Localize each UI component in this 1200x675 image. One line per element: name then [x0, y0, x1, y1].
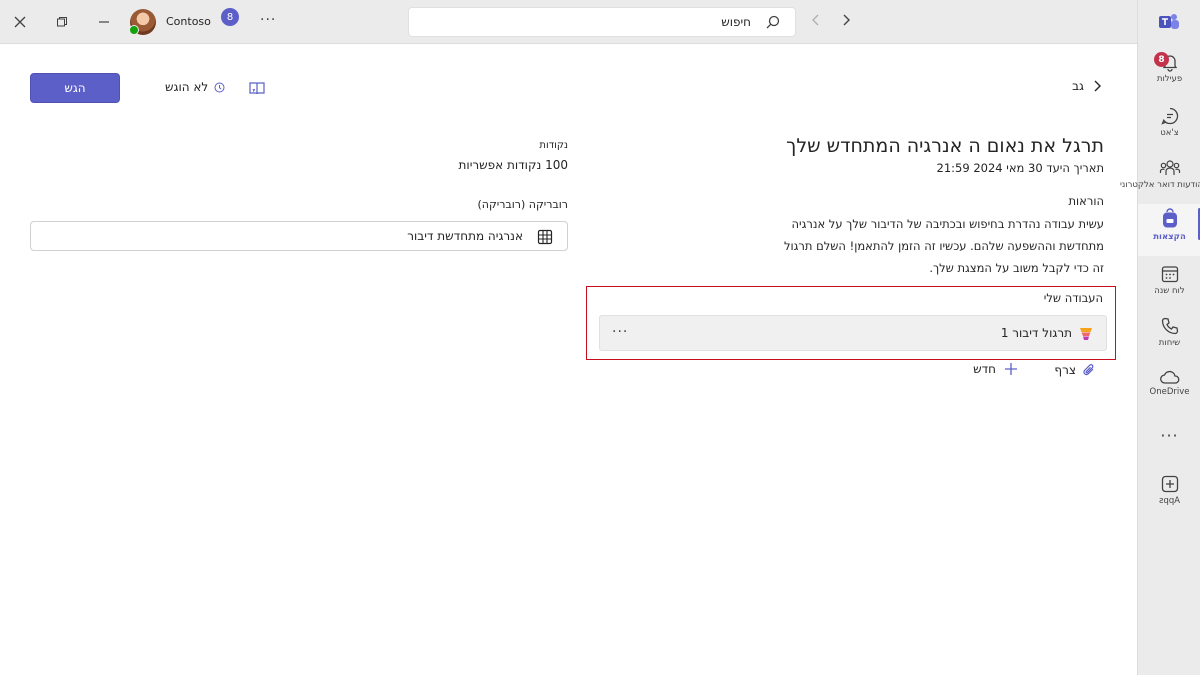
search-icon [766, 15, 780, 29]
chevron-right-icon[interactable] [840, 12, 852, 28]
rail-item-assignments[interactable]: הקצאות [1138, 204, 1200, 256]
back-label: גב [1072, 79, 1084, 93]
org-name[interactable]: Contoso [166, 15, 211, 28]
calendar-icon [1161, 266, 1178, 283]
rubric-label: רובריקה (רובריקה) [477, 198, 568, 211]
rail-item-onedrive[interactable]: OneDrive [1138, 369, 1200, 397]
rail-item-label: הודעות דואר אלקטרוני [1119, 180, 1200, 190]
immersive-reader-icon[interactable] [248, 80, 266, 96]
chevron-left-icon[interactable] [810, 12, 822, 28]
activity-badge: 8 [1154, 52, 1169, 67]
search-placeholder: חיפוש [721, 15, 751, 29]
instructions-text: עשית עבודה נהדרת בחיפוש ובכתיבה של הדיבו… [784, 217, 1104, 275]
back-button[interactable]: גב [1072, 79, 1102, 93]
due-date: תאריך היעד 30 מאי 2024 21:59 [936, 161, 1104, 175]
rail-item-label: OneDrive [1149, 387, 1190, 397]
rubric-name: אנרגיה מתחדשת דיבור [407, 229, 523, 243]
restore-window-button[interactable] [50, 10, 74, 34]
close-window-button[interactable] [8, 10, 32, 34]
attach-button[interactable]: צרף [1054, 362, 1096, 378]
backpack-icon [1162, 208, 1177, 228]
app-rail: 8 פעילות צ'אט הודעות דואר אלקטרוני הקצאו… [1120, 0, 1200, 675]
rail-item-chat[interactable]: צ'אט [1138, 106, 1200, 138]
title-bar: Contoso 8 ··· חיפוש [0, 0, 1137, 44]
assignment-title: תרגל את נאום ה אנרגיה המתחדש שלך [786, 135, 1104, 157]
work-item[interactable]: תרגול דיבור 1 ··· [599, 315, 1107, 351]
new-label: חדש [973, 362, 996, 376]
paperclip-icon [1083, 364, 1094, 376]
plus-icon [1005, 363, 1017, 375]
speaker-progress-icon [1080, 328, 1092, 340]
submission-status: לא הוגש [165, 80, 225, 94]
people-icon [1159, 160, 1180, 175]
minimize-icon [99, 21, 109, 23]
rail-item-label: צ'אט [1160, 128, 1179, 138]
points-label: נקודות [539, 140, 568, 151]
presence-available-icon [129, 25, 139, 35]
chat-icon [1160, 107, 1178, 125]
add-icon [1161, 475, 1178, 493]
more-options-icon[interactable]: ··· [612, 324, 628, 340]
submit-button[interactable]: הגש [30, 73, 120, 103]
rail-item-label: Apps [1158, 496, 1181, 506]
chevron-right-icon [1094, 80, 1101, 92]
rail-item-label: לוח שנה [1154, 286, 1185, 296]
my-work-label: העבודה שלי [1043, 291, 1103, 305]
rail-more-button[interactable]: ··· [1138, 426, 1200, 445]
clock-icon [214, 82, 225, 92]
more-options-icon[interactable]: ··· [260, 12, 276, 28]
search-input[interactable]: חיפוש [408, 7, 796, 37]
my-work-section: העבודה שלי תרגול דיבור 1 ··· [586, 286, 1116, 360]
rail-item-activity[interactable]: 8 פעילות [1138, 52, 1200, 84]
restore-icon [57, 17, 67, 27]
rail-item-apps[interactable]: Apps [1138, 474, 1200, 506]
work-item-name: תרגול דיבור 1 [1000, 326, 1072, 340]
org-notification-badge: 8 [221, 8, 239, 26]
instructions-label: הוראות [1068, 194, 1104, 208]
close-icon [14, 16, 26, 28]
teams-logo-icon[interactable] [1158, 11, 1180, 33]
cloud-icon [1159, 370, 1179, 384]
new-file-button[interactable]: חדש [973, 362, 1018, 376]
points-value: 100 נקודות אפשריות [458, 158, 568, 172]
rubric-card[interactable]: אנרגיה מתחדשת דיבור [30, 221, 568, 251]
attach-label: צרף [1054, 363, 1076, 377]
rail-item-calendar[interactable]: לוח שנה [1138, 264, 1200, 296]
rail-item-label: הקצאות [1153, 232, 1186, 242]
rail-item-label: פעילות [1156, 74, 1183, 84]
rail-item-label: שיחות [1158, 338, 1181, 348]
minimize-window-button[interactable] [92, 10, 116, 34]
more-options-icon: ··· [1160, 426, 1179, 445]
phone-icon [1161, 317, 1178, 335]
status-label: לא הוגש [165, 80, 209, 94]
grid-icon [537, 229, 553, 245]
rail-item-calls[interactable]: שיחות [1138, 316, 1200, 348]
rail-item-teams[interactable]: הודעות דואר אלקטרוני [1120, 158, 1200, 190]
